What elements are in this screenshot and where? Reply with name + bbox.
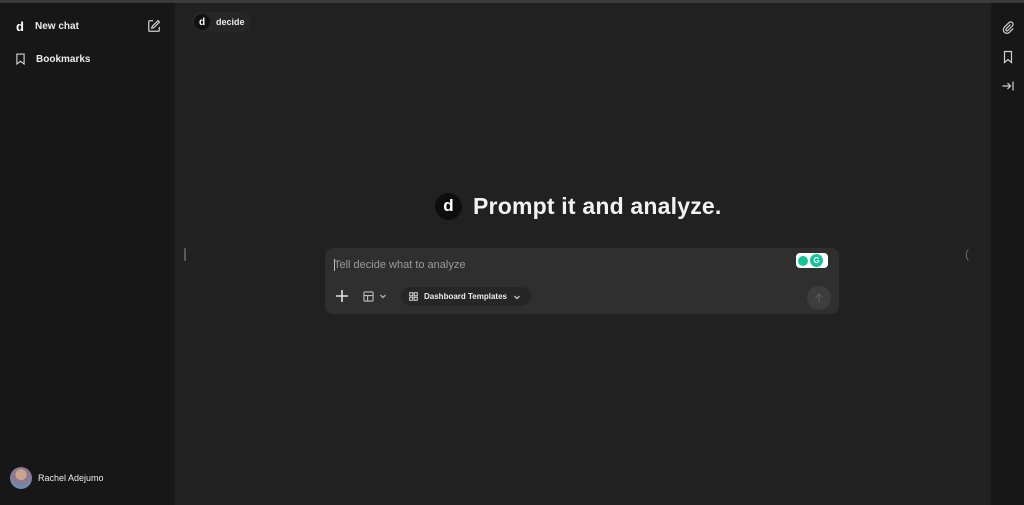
send-button[interactable] <box>807 286 831 310</box>
dashboard-templates-label: Dashboard Templates <box>424 292 507 301</box>
chevron-down-icon <box>514 295 520 299</box>
user-name: Rachel Adejumo <box>38 473 104 483</box>
sidebar-resize-handle[interactable] <box>184 248 186 261</box>
decide-logo: d <box>435 192 462 220</box>
panel-resize-handle[interactable]: ( <box>965 247 969 261</box>
bookmark-icon[interactable] <box>1001 50 1015 64</box>
prompt-composer: G Dashboard Templates <box>325 248 839 314</box>
lightbulb-icon <box>798 255 808 266</box>
grammarly-extension-badge[interactable]: G <box>796 253 828 268</box>
prompt-input[interactable] <box>334 256 774 274</box>
bookmarks-label: Bookmarks <box>36 53 91 65</box>
arrow-to-right-icon[interactable] <box>1001 79 1015 93</box>
new-chat-label: New chat <box>35 20 79 32</box>
edit-icon[interactable] <box>147 19 161 33</box>
user-profile[interactable]: Rachel Adejumo <box>10 465 104 491</box>
hero-heading: d Prompt it and analyze. <box>435 191 722 221</box>
grid-four-icon <box>409 292 418 301</box>
decide-logo: d <box>194 14 210 30</box>
right-rail <box>991 3 1024 505</box>
paperclip-icon[interactable] <box>1001 20 1015 34</box>
page-title: Prompt it and analyze. <box>473 192 722 219</box>
avatar <box>10 467 32 489</box>
decide-logo: d <box>16 18 24 34</box>
new-chat-button[interactable]: d New chat <box>0 12 175 40</box>
grammarly-icon: G <box>810 254 823 267</box>
tab-label: decide <box>216 17 245 27</box>
dashboard-templates-button[interactable]: Dashboard Templates <box>401 287 531 306</box>
chevron-down-icon <box>380 294 386 299</box>
tab-decide[interactable]: d decide <box>192 12 251 32</box>
grid-layout-icon <box>363 290 374 302</box>
main-area: d decide ( d Prompt it and analyze. G <box>175 3 991 505</box>
sidebar-item-bookmarks[interactable]: Bookmarks <box>0 45 175 73</box>
layout-selector-button[interactable] <box>363 289 387 303</box>
bookmark-icon <box>16 53 25 65</box>
plus-icon[interactable] <box>334 288 350 304</box>
sidebar: d New chat Bookmarks Rachel Adejumo <box>0 3 175 505</box>
arrow-up-icon <box>815 293 823 302</box>
